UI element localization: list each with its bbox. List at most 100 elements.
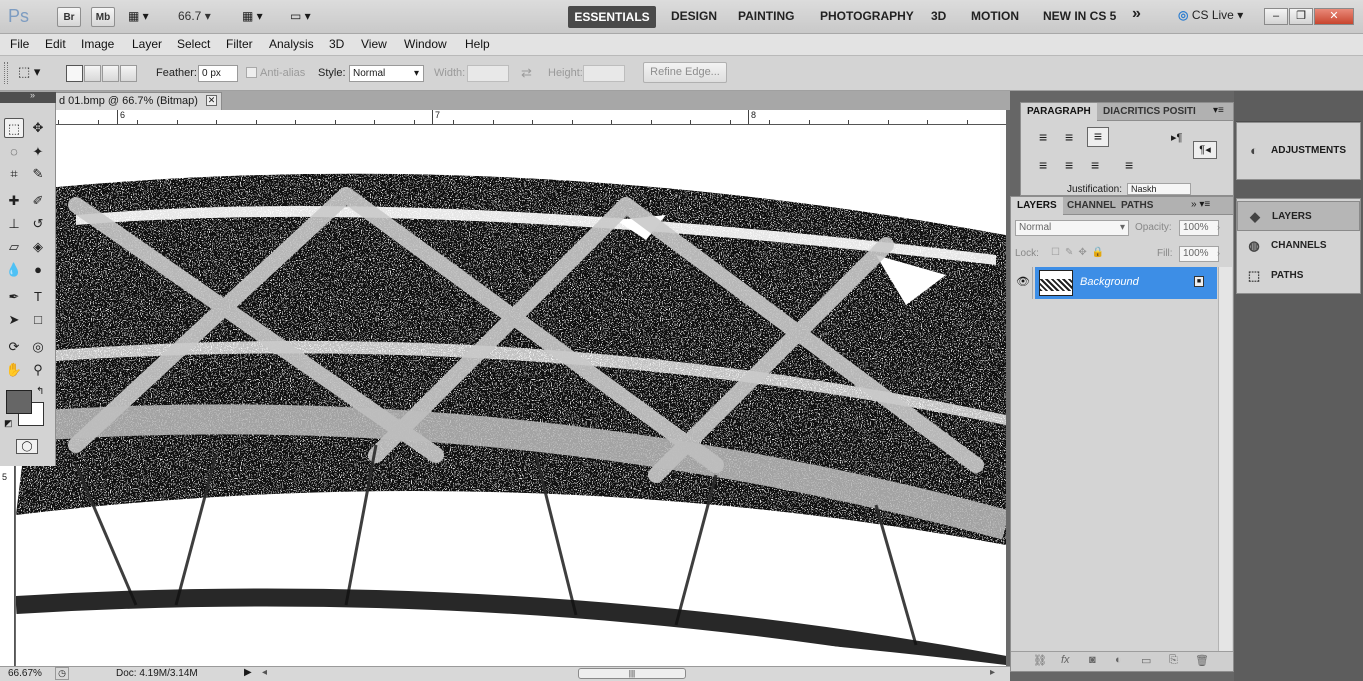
layer-mask-icon[interactable]: ◙ <box>1089 654 1096 666</box>
justify-right-icon[interactable]: ≡ <box>1091 157 1099 173</box>
eraser-tool-icon[interactable]: ▱ <box>4 237 24 257</box>
fill-input[interactable]: 100% <box>1179 246 1219 262</box>
status-menu-arrow-icon[interactable]: ▶ <box>244 667 252 678</box>
dodge-tool-icon[interactable]: ● <box>28 260 48 280</box>
menu-layer[interactable]: Layer <box>132 37 162 51</box>
eyedropper-tool-icon[interactable]: ✎ <box>28 164 48 184</box>
workspace-3d[interactable]: 3D <box>931 9 946 23</box>
intersect-selection-icon[interactable] <box>120 65 137 82</box>
collapse-icon[interactable]: » <box>30 90 35 100</box>
type-tool-icon[interactable]: T <box>28 287 48 307</box>
lock-icons[interactable]: ☐✎✥🔒 <box>1051 247 1109 258</box>
more-workspaces-button[interactable]: » <box>1132 5 1141 23</box>
tab-channels[interactable]: CHANNEL <box>1061 197 1122 215</box>
refine-edge-button[interactable]: Refine Edge... <box>643 62 727 83</box>
layer-style-icon[interactable]: fx <box>1061 654 1070 666</box>
move-tool-icon[interactable]: ✥ <box>28 118 48 138</box>
minimize-button[interactable]: – <box>1264 8 1288 25</box>
right-to-left-icon[interactable]: ¶◂ <box>1193 141 1217 159</box>
justify-all-icon[interactable]: ≡ <box>1125 157 1133 173</box>
width-input[interactable] <box>467 65 509 82</box>
workspace-motion[interactable]: MOTION <box>971 9 1019 23</box>
foreground-color-swatch[interactable] <box>6 390 32 414</box>
tab-layers[interactable]: LAYERS <box>1011 197 1063 215</box>
menu-file[interactable]: File <box>10 37 29 51</box>
cs-live-menu[interactable]: ◎ CS Live ▾ <box>1178 8 1243 22</box>
workspace-new-in-cs5[interactable]: NEW IN CS 5 <box>1043 9 1116 23</box>
rectangle-shape-tool-icon[interactable]: □ <box>28 310 48 330</box>
align-center-icon[interactable]: ≡ <box>1065 129 1073 145</box>
healing-brush-tool-icon[interactable]: ✚ <box>4 191 24 211</box>
menu-edit[interactable]: Edit <box>45 37 66 51</box>
screen-mode-dropdown[interactable]: ▭ ▾ <box>290 9 311 23</box>
scroll-left-icon[interactable]: ◂ <box>262 667 267 678</box>
chevron-right-icon[interactable]: › <box>1217 248 1220 258</box>
close-document-icon[interactable]: ✕ <box>206 95 217 106</box>
path-selection-tool-icon[interactable]: ➤ <box>4 310 24 330</box>
history-brush-tool-icon[interactable]: ↺ <box>28 214 48 234</box>
swap-colors-icon[interactable]: ↰ <box>36 386 44 397</box>
clone-stamp-tool-icon[interactable]: ⊥ <box>4 214 24 234</box>
menu-help[interactable]: Help <box>465 37 490 51</box>
align-left-icon[interactable]: ≡ <box>1039 129 1047 145</box>
quick-mask-icon[interactable]: ◯ <box>16 439 38 454</box>
panel-menu-icon[interactable]: » ▾≡ <box>1191 199 1210 210</box>
status-zoom[interactable]: 66.67% <box>8 668 42 679</box>
adjustments-dock-item[interactable]: ◐ ADJUSTMENTS <box>1236 122 1361 180</box>
subtract-from-selection-icon[interactable] <box>102 65 119 82</box>
zoom-level-dropdown[interactable]: 66.7 ▾ <box>178 9 211 23</box>
crop-tool-icon[interactable]: ⌗ <box>4 164 24 184</box>
new-layer-icon[interactable]: ⎘ <box>1169 654 1178 667</box>
menu-3d[interactable]: 3D <box>329 37 344 51</box>
workspace-design[interactable]: DESIGN <box>671 9 717 23</box>
workspace-photography[interactable]: PHOTOGRAPHY <box>820 9 914 23</box>
paint-bucket-tool-icon[interactable]: ◈ <box>28 237 48 257</box>
anti-alias-checkbox[interactable] <box>246 67 257 78</box>
align-right-icon[interactable]: ≡ <box>1087 127 1109 147</box>
options-bar-grip[interactable] <box>4 62 8 84</box>
chevron-right-icon[interactable]: › <box>1217 222 1220 232</box>
3d-rotate-tool-icon[interactable]: ⟳ <box>4 337 24 357</box>
swap-dimensions-icon[interactable]: ⇄ <box>521 65 532 81</box>
layer-row-background[interactable]: Background ■ <box>1035 267 1217 299</box>
dock-item-paths[interactable]: ⬚ PATHS <box>1237 261 1360 291</box>
zoom-tool-icon[interactable]: ⚲ <box>28 360 48 380</box>
menu-image[interactable]: Image <box>81 37 114 51</box>
adjustment-layer-icon[interactable]: ◐ <box>1115 654 1122 666</box>
menu-window[interactable]: Window <box>404 37 447 51</box>
style-select[interactable]: Normal ▾ <box>349 65 424 82</box>
tools-panel-header[interactable]: » <box>0 90 56 103</box>
3d-orbit-tool-icon[interactable]: ◎ <box>28 337 48 357</box>
close-button[interactable]: ✕ <box>1314 8 1354 25</box>
dock-item-channels[interactable]: ◍ CHANNELS <box>1237 231 1360 261</box>
new-selection-icon[interactable] <box>66 65 83 82</box>
blend-mode-select[interactable]: Normal ▾ <box>1015 220 1129 236</box>
panel-menu-icon[interactable]: ▾≡ <box>1213 105 1224 116</box>
tool-preset-picker[interactable]: ⬚ ▾ <box>18 64 54 84</box>
feather-input[interactable]: 0 px <box>198 65 238 82</box>
justify-center-icon[interactable]: ≡ <box>1065 157 1073 173</box>
mini-bridge-button[interactable]: Mb <box>91 7 115 27</box>
default-colors-icon[interactable]: ◩ <box>4 418 13 429</box>
bridge-button[interactable]: Br <box>57 7 81 27</box>
layer-name[interactable]: Background <box>1080 276 1139 288</box>
tab-paragraph[interactable]: PARAGRAPH <box>1021 103 1097 121</box>
restore-button[interactable]: ❐ <box>1289 8 1313 25</box>
tab-paths[interactable]: PATHS <box>1115 197 1159 215</box>
dock-item-layers[interactable]: ◆ LAYERS <box>1237 201 1360 231</box>
document-tab[interactable]: d 01.bmp @ 66.7% (Bitmap) <box>44 92 222 110</box>
justify-left-icon[interactable]: ≡ <box>1039 157 1047 173</box>
layers-scrollbar[interactable] <box>1218 267 1232 651</box>
tab-diacritics-position[interactable]: DIACRITICS POSITI <box>1097 103 1202 121</box>
rectangular-marquee-tool-icon[interactable]: ⬚ <box>4 118 24 138</box>
menu-filter[interactable]: Filter <box>226 37 253 51</box>
hand-tool-icon[interactable]: ✋ <box>4 360 24 380</box>
workspace-painting[interactable]: PAINTING <box>738 9 794 23</box>
brush-tool-icon[interactable]: ✐ <box>28 191 48 211</box>
add-to-selection-icon[interactable] <box>84 65 101 82</box>
menu-select[interactable]: Select <box>177 37 210 51</box>
document-canvas[interactable] <box>16 125 1006 666</box>
height-input[interactable] <box>583 65 625 82</box>
view-extras-dropdown[interactable]: ▦ ▾ <box>128 9 160 25</box>
workspace-essentials[interactable]: ESSENTIALS <box>568 6 656 28</box>
